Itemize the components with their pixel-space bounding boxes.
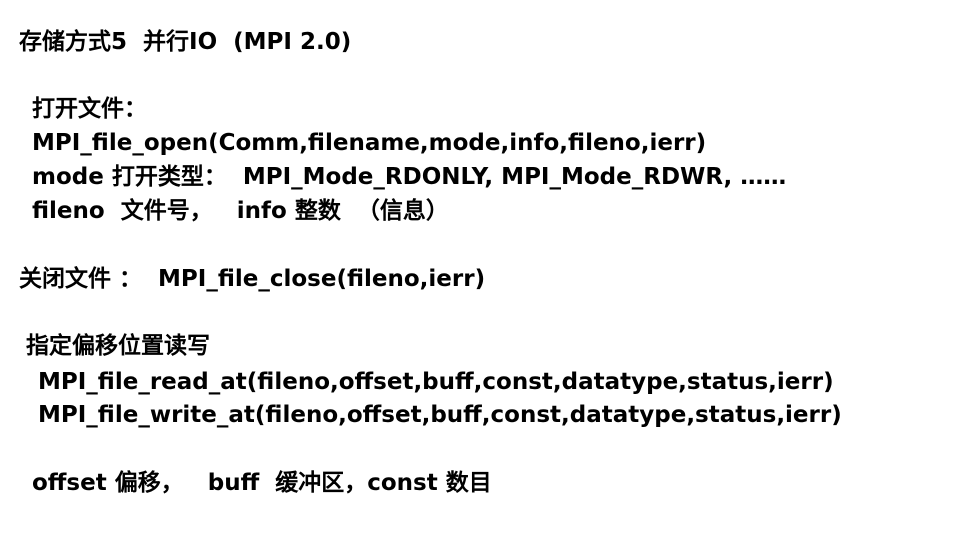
slide-title: 存储方式5 并行IO (MPI 2.0) bbox=[19, 29, 352, 55]
mode-description: mode 打开类型： MPI_Mode_RDONLY, MPI_Mode_RDW… bbox=[32, 164, 787, 190]
read-at-call: MPI_file_read_at(fileno,offset,buff,cons… bbox=[38, 369, 834, 395]
fileno-description: fileno 文件号， info 整数 （信息） bbox=[32, 198, 449, 224]
open-file-heading: 打开文件： bbox=[32, 96, 147, 122]
write-at-call: MPI_file_write_at(fileno,offset,buff,con… bbox=[38, 402, 842, 428]
close-file-line: 关闭文件 ： MPI_file_close(fileno,ierr) bbox=[19, 266, 486, 292]
parameters-description: offset 偏移， buff 缓冲区，const 数目 bbox=[32, 470, 492, 496]
open-file-call: MPI_file_open(Comm,filename,mode,info,fi… bbox=[32, 130, 707, 156]
offset-rw-heading: 指定偏移位置读写 bbox=[26, 333, 210, 359]
